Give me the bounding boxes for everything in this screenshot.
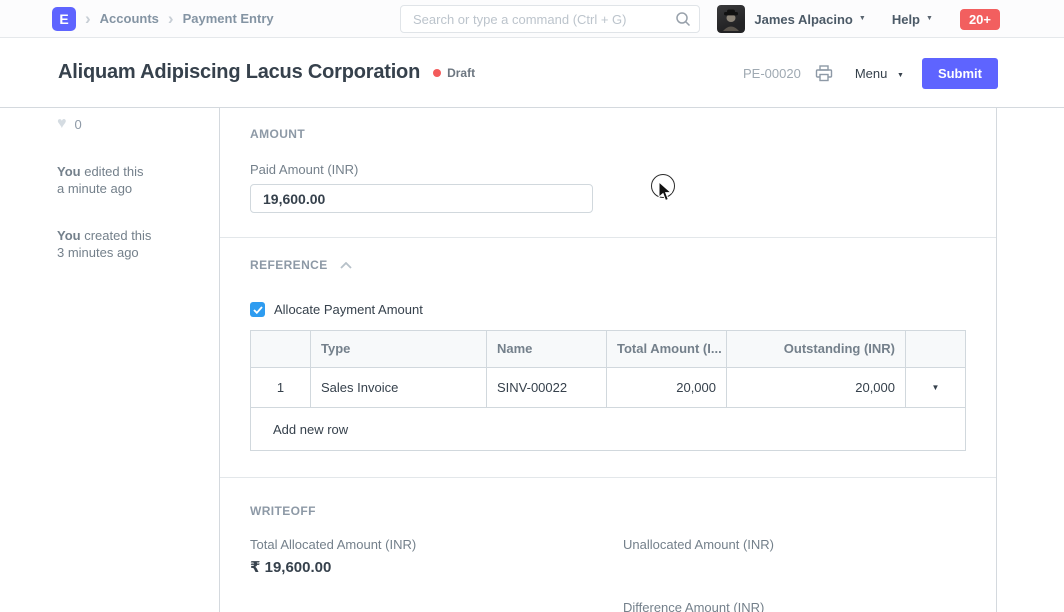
paid-amount-label: Paid Amount (INR) — [250, 162, 966, 177]
like-count: 0 — [75, 117, 82, 132]
difference-label: Difference Amount (INR) — [623, 600, 966, 612]
unallocated-label: Unallocated Amount (INR) — [623, 537, 966, 552]
total-allocated-value: ₹ 19,600.00 — [250, 558, 623, 576]
row-dropdown-icon[interactable]: ▼ — [906, 368, 965, 407]
navbar-right: James Alpacino ▼ Help ▼ 20+ — [717, 0, 1000, 38]
total-allocated-label: Total Allocated Amount (INR) — [250, 537, 623, 552]
table-row: 1 Sales Invoice SINV-00022 20,000 20,000… — [251, 368, 965, 408]
section-reference: REFERENCE Allocate Payment Amount — [220, 237, 996, 477]
chevron-right-icon: › — [85, 10, 91, 27]
form-sidebar: ♥ 0 You edited this a minute ago You cre… — [0, 108, 220, 612]
search-input[interactable] — [400, 5, 700, 33]
col-type: Type — [311, 331, 487, 367]
draft-dot-icon — [433, 69, 441, 77]
submit-button[interactable]: Submit — [922, 58, 998, 89]
allocate-checkbox-label: Allocate Payment Amount — [274, 302, 423, 317]
form-body: AMOUNT Paid Amount (INR) REFERENCE — [220, 108, 997, 612]
add-new-row-button[interactable]: Add new row — [273, 422, 348, 437]
table-footer: Add new row — [251, 408, 965, 450]
cell-outstanding[interactable]: 20,000 — [727, 368, 906, 407]
chevron-up-icon — [340, 262, 352, 269]
menu-button[interactable]: Menu ▼ — [855, 66, 904, 81]
table-header-row: Type Name Total Amount (I... Outstanding… — [251, 331, 965, 368]
references-table: Type Name Total Amount (I... Outstanding… — [250, 330, 966, 451]
col-idx — [251, 331, 311, 367]
row-index[interactable]: 1 — [251, 368, 311, 407]
chevron-down-icon: ▼ — [859, 15, 866, 22]
doc-id: PE-00020 — [743, 66, 801, 81]
global-search — [400, 5, 700, 33]
breadcrumb-accounts[interactable]: Accounts — [100, 11, 159, 26]
section-label-amount: AMOUNT — [250, 127, 966, 141]
page-title: Aliquam Adipiscing Lacus Corporation — [58, 61, 420, 84]
col-name: Name — [487, 331, 607, 367]
right-fields: Unallocated Amount (INR) Difference Amou… — [623, 537, 966, 612]
cell-type[interactable]: Sales Invoice — [311, 368, 487, 407]
edited-activity: You edited this a minute ago — [57, 163, 199, 197]
search-icon[interactable] — [675, 11, 691, 30]
allocate-checkbox[interactable] — [250, 302, 265, 317]
user-menu[interactable]: James Alpacino — [754, 12, 853, 27]
chevron-down-icon: ▼ — [897, 72, 904, 79]
section-label-reference: REFERENCE — [250, 258, 328, 272]
col-actions — [906, 331, 965, 367]
page-head: Aliquam Adipiscing Lacus Corporation Dra… — [0, 38, 1064, 108]
notifications-badge[interactable]: 20+ — [960, 9, 1000, 30]
paid-amount-input[interactable] — [250, 184, 593, 213]
print-icon[interactable] — [815, 65, 833, 82]
app-logo[interactable]: E — [52, 7, 76, 31]
col-total-amount: Total Amount (I... — [607, 331, 727, 367]
payment-entry-screen: E › Accounts › Payment Entry — [0, 0, 1064, 612]
section-amount: AMOUNT Paid Amount (INR) — [220, 108, 996, 237]
cell-name[interactable]: SINV-00022 — [487, 368, 607, 407]
total-allocated-field: Total Allocated Amount (INR) ₹ 19,600.00 — [250, 537, 623, 612]
chevron-down-icon: ▼ — [926, 15, 933, 22]
navbar: E › Accounts › Payment Entry — [0, 0, 1064, 38]
heart-icon[interactable]: ♥ — [57, 116, 67, 132]
help-menu[interactable]: Help — [892, 12, 920, 27]
avatar[interactable] — [717, 5, 745, 33]
breadcrumb-payment-entry[interactable]: Payment Entry — [183, 11, 274, 26]
cell-total-amount[interactable]: 20,000 — [607, 368, 727, 407]
reference-section-toggle[interactable]: REFERENCE — [250, 258, 966, 272]
chevron-right-icon: › — [168, 10, 174, 27]
section-writeoff: WRITEOFF Total Allocated Amount (INR) ₹ … — [220, 477, 996, 612]
created-activity: You created this 3 minutes ago — [57, 227, 199, 261]
col-outstanding: Outstanding (INR) — [727, 331, 906, 367]
status-badge: Draft — [447, 66, 475, 80]
section-label-writeoff: WRITEOFF — [250, 504, 966, 518]
page-head-actions: PE-00020 Menu ▼ Submit — [743, 38, 998, 108]
